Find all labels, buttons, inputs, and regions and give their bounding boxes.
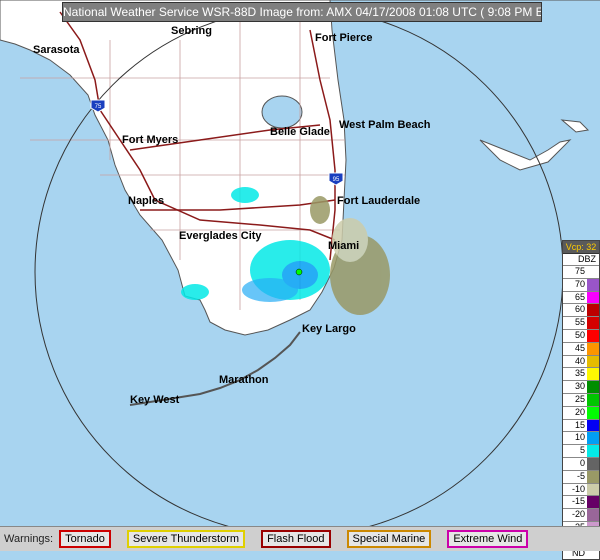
legend-value-label: 70: [563, 278, 587, 291]
legend-color-swatch: [587, 355, 599, 368]
legend-value-label: 0: [563, 457, 587, 470]
legend-value-label: 65: [563, 291, 587, 304]
legend-row: 10: [563, 431, 599, 445]
legend-value-label: 55: [563, 317, 587, 329]
legend-color-swatch: [587, 342, 599, 355]
legend-color-swatch: [587, 432, 599, 445]
legend-value-label: 15: [563, 419, 587, 432]
legend-value-label: -5: [563, 470, 587, 483]
warning-button-severe-thunderstorm[interactable]: Severe Thunderstorm: [126, 530, 246, 548]
legend-row: 15: [563, 418, 599, 432]
legend-value-label: 25: [563, 393, 587, 406]
city-label-sebring: Sebring: [171, 25, 212, 37]
legend-row: 55: [563, 316, 599, 329]
legend-value-label: -20: [563, 509, 587, 521]
city-label-marathon: Marathon: [219, 374, 269, 386]
city-label-key-west: Key West: [130, 394, 180, 406]
legend-row: -20: [563, 508, 599, 521]
city-label-west-palm-beach: West Palm Beach: [339, 119, 431, 131]
warning-button-special-marine[interactable]: Special Marine: [346, 530, 432, 548]
radar-site-marker: [295, 268, 303, 276]
legend-color-swatch: [587, 483, 599, 496]
legend-color-swatch: [587, 317, 599, 329]
city-label-sarasota: Sarasota: [33, 44, 80, 56]
legend-color-swatch: [587, 381, 599, 393]
city-label-key-largo: Key Largo: [302, 323, 356, 335]
legend-row: 65: [563, 290, 599, 304]
legend-color-swatch: [587, 445, 599, 457]
legend-color-swatch: [587, 393, 599, 406]
legend-color-swatch: [587, 291, 599, 304]
legend-color-swatch: [587, 304, 599, 317]
city-label-belle-glade: Belle Glade: [270, 126, 330, 138]
legend-value-label: 35: [563, 368, 587, 381]
warnings-label: Warnings:: [4, 533, 54, 545]
legend-row: -10: [563, 482, 599, 496]
legend-row: 45: [563, 341, 599, 355]
radar-map: 75 95: [0, 0, 600, 526]
legend-mode: Vcp: 32: [563, 241, 599, 254]
lake-okeechobee: [261, 95, 303, 129]
legend-row: 40: [563, 354, 599, 368]
legend-value-label: 20: [563, 406, 587, 419]
legend-row: 70: [563, 277, 599, 291]
legend-value-label: 30: [563, 381, 587, 393]
legend-row: 20: [563, 405, 599, 419]
city-label-fort-lauderdale: Fort Lauderdale: [337, 195, 421, 207]
legend-color-swatch: [587, 278, 599, 291]
legend-row: 60: [563, 303, 599, 317]
legend-color-swatch: [587, 266, 599, 278]
dbz-legend: Vcp: 32 DBZ 75 70 65 60 55 50 45 40 35 30 25 20 15 10…: [562, 240, 600, 560]
legend-value-label: 50: [563, 329, 587, 342]
legend-color-swatch: [587, 470, 599, 483]
legend-row: 0: [563, 456, 599, 470]
legend-row: -15: [563, 495, 599, 509]
legend-color-swatch: [587, 406, 599, 419]
legend-color-swatch: [587, 368, 599, 381]
title-bar: National Weather Service WSR-88D Image f…: [62, 2, 542, 22]
legend-value-label: -15: [563, 496, 587, 509]
warning-button-extreme-wind[interactable]: Extreme Wind: [447, 530, 529, 548]
legend-row: 35: [563, 367, 599, 381]
legend-value-label: 5: [563, 445, 587, 457]
city-label-everglades-city: Everglades City: [179, 230, 262, 242]
legend-color-swatch: [587, 419, 599, 432]
legend-value-label: -10: [563, 483, 587, 496]
legend-value-label: 75: [563, 266, 587, 278]
legend-row: 50: [563, 328, 599, 342]
legend-color-swatch: [587, 496, 599, 509]
legend-row: 5: [563, 444, 599, 457]
warnings-bar: Warnings: Tornado Severe Thunderstorm Flas…: [0, 526, 600, 551]
svg-text:75: 75: [95, 104, 102, 110]
city-label-miami: Miami: [328, 240, 360, 252]
legend-row: 30: [563, 380, 599, 393]
legend-value-label: 10: [563, 432, 587, 445]
legend-row: 25: [563, 392, 599, 406]
warning-button-flash-flood[interactable]: Flash Flood: [261, 530, 331, 548]
city-label-naples: Naples: [128, 195, 165, 207]
legend-row: -5: [563, 469, 599, 483]
city-label-fort-pierce: Fort Pierce: [315, 32, 373, 44]
legend-value-label: 45: [563, 342, 587, 355]
legend-value-label: 40: [563, 355, 587, 368]
legend-row: 75: [563, 265, 599, 278]
legend-unit: DBZ: [563, 254, 599, 265]
legend-color-swatch: [587, 329, 599, 342]
legend-color-swatch: [587, 509, 599, 521]
legend-color-swatch: [587, 457, 599, 470]
warning-button-tornado[interactable]: Tornado: [59, 530, 111, 548]
svg-text:95: 95: [333, 177, 340, 183]
city-label-fort-myers: Fort Myers: [122, 134, 179, 146]
legend-value-label: 60: [563, 304, 587, 317]
